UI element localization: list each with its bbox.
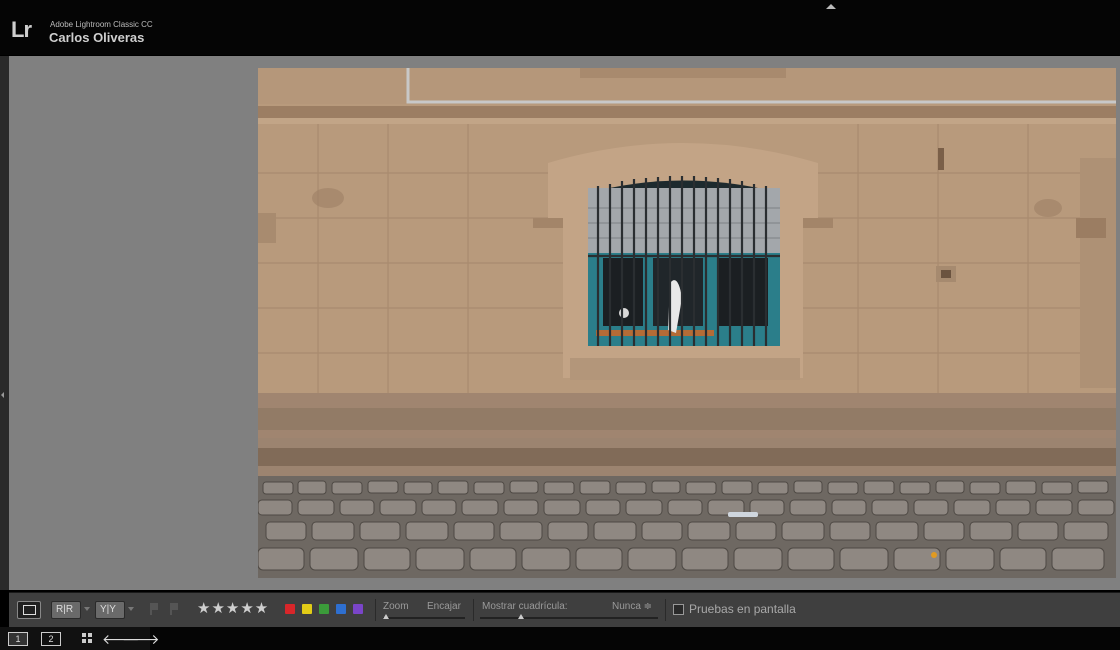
color-label-blue[interactable] [336,604,346,614]
divider [665,599,666,621]
flag-pick-icon[interactable] [149,602,159,616]
lightroom-logo: Lr [11,17,32,42]
color-label-purple[interactable] [353,604,363,614]
star-rating[interactable]: ★★★★★ [197,599,269,617]
color-label-yellow[interactable] [302,604,312,614]
color-label-green[interactable] [319,604,329,614]
before-after-button[interactable]: R|R [51,601,81,619]
before-after-icon: R|R [56,604,74,615]
photo-image [258,68,1116,578]
grid-slider[interactable] [480,617,658,619]
soft-proofing-checkbox[interactable] [673,604,684,615]
before-after-swap-button[interactable]: Y|Y [95,601,125,619]
filmstrip: 1 2 🡐 🡒 [0,627,1120,650]
flag-reject-icon[interactable] [169,602,179,616]
secondary-window-button[interactable]: 2 [41,632,61,646]
zoom-slider[interactable] [383,617,465,619]
filmstrip-toolbar: 1 2 🡐 🡒 [0,627,160,650]
soft-proofing-label: Pruebas en pantalla [689,602,796,616]
loupe-toolbar: R|R Y|Y ★★★★★ Zoom Encajar Mostrar cuadr… [9,592,1120,627]
grid-value-select[interactable]: Nunca ≑ [612,599,652,615]
loupe-view-button[interactable] [17,601,41,619]
top-panel-toggle-icon[interactable] [826,4,836,9]
divider [375,599,376,621]
grid-view-icon[interactable] [82,633,93,644]
left-panel-toggle-icon[interactable] [1,392,4,398]
grid-slider-handle[interactable] [518,614,524,619]
swap-dropdown-icon[interactable] [128,607,134,611]
main-window-button[interactable]: 1 [8,632,28,646]
grid-label: Mostrar cuadrícula: [482,601,568,612]
identity-plate: Lr Adobe Lightroom Classic CC Carlos Oli… [0,0,1120,55]
zoom-slider-handle[interactable] [383,614,389,619]
product-name: Adobe Lightroom Classic CC [50,20,153,29]
loupe-photo[interactable] [258,68,1116,578]
zoom-label: Zoom [383,601,409,612]
color-label-red[interactable] [285,604,295,614]
zoom-value[interactable]: Encajar [427,599,461,615]
divider [473,599,474,621]
user-name: Carlos Oliveras [49,30,145,45]
swap-icon: Y|Y [100,604,116,615]
left-panel-edge[interactable] [0,56,9,590]
next-arrow-icon[interactable]: 🡒 [122,631,160,648]
before-after-dropdown-icon[interactable] [84,607,90,611]
